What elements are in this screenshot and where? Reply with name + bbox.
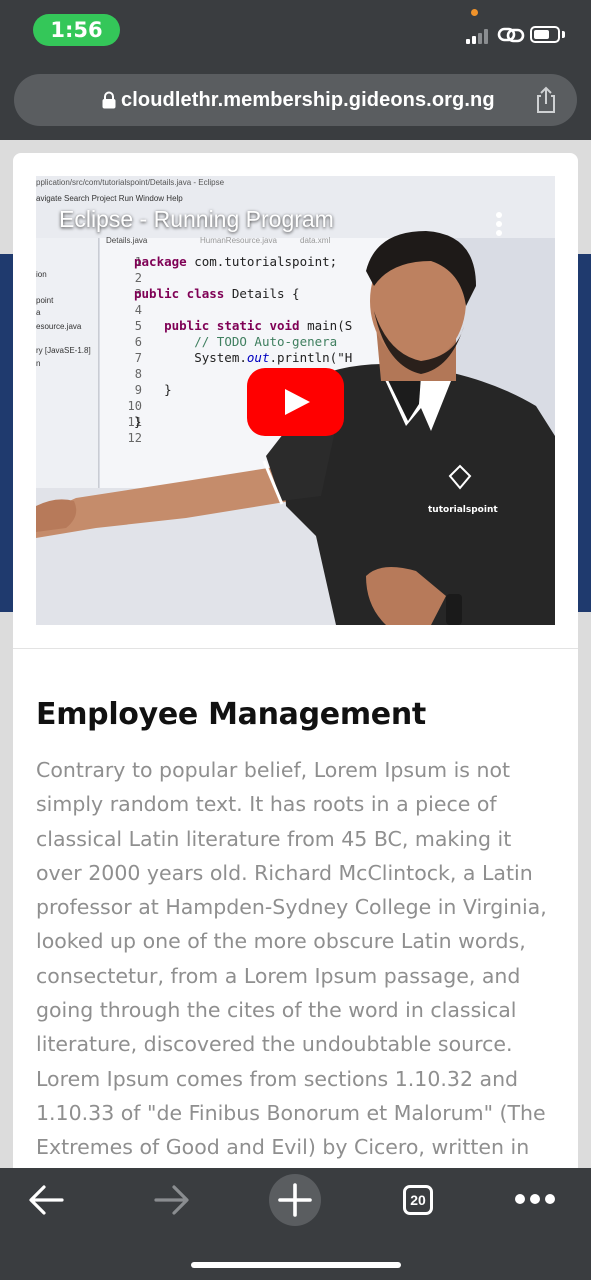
article-heading: Employee Management xyxy=(36,697,426,732)
tabs-count-button[interactable]: 20 xyxy=(403,1185,433,1215)
lock-icon xyxy=(102,91,116,109)
share-icon[interactable] xyxy=(532,85,560,115)
divider xyxy=(13,648,578,649)
play-button[interactable] xyxy=(247,368,344,436)
cellular-signal-icon xyxy=(466,28,492,44)
home-indicator[interactable] xyxy=(191,1262,401,1268)
url-text[interactable]: cloudlethr.membership.gideons.org.ng xyxy=(121,74,495,126)
battery-icon xyxy=(530,26,560,43)
battery-tip xyxy=(562,31,565,38)
content-card: pplication/src/com/tutorialspoint/Detail… xyxy=(13,153,578,1168)
video-player[interactable]: pplication/src/com/tutorialspoint/Detail… xyxy=(36,176,555,625)
plus-icon xyxy=(278,1183,312,1217)
status-bar: 1:56 xyxy=(0,0,591,62)
article-body: Contrary to popular belief, Lorem Ipsum … xyxy=(36,758,547,1160)
web-page: pplication/src/com/tutorialspoint/Detail… xyxy=(0,140,591,1168)
hotspot-link-icon xyxy=(497,27,525,43)
address-bar[interactable]: cloudlethr.membership.gideons.org.ng xyxy=(14,74,577,126)
privacy-indicator-dot xyxy=(471,9,478,16)
shirt-logo-text: tutorialspoint xyxy=(428,505,498,515)
more-options-icon[interactable] xyxy=(495,212,503,238)
new-tab-button[interactable] xyxy=(269,1174,321,1226)
video-title[interactable]: Eclipse - Running Program xyxy=(59,206,334,233)
status-time[interactable]: 1:56 xyxy=(33,14,120,46)
forward-arrow-icon[interactable] xyxy=(152,1183,192,1217)
back-arrow-icon[interactable] xyxy=(26,1183,66,1217)
more-menu-icon[interactable] xyxy=(514,1192,556,1206)
